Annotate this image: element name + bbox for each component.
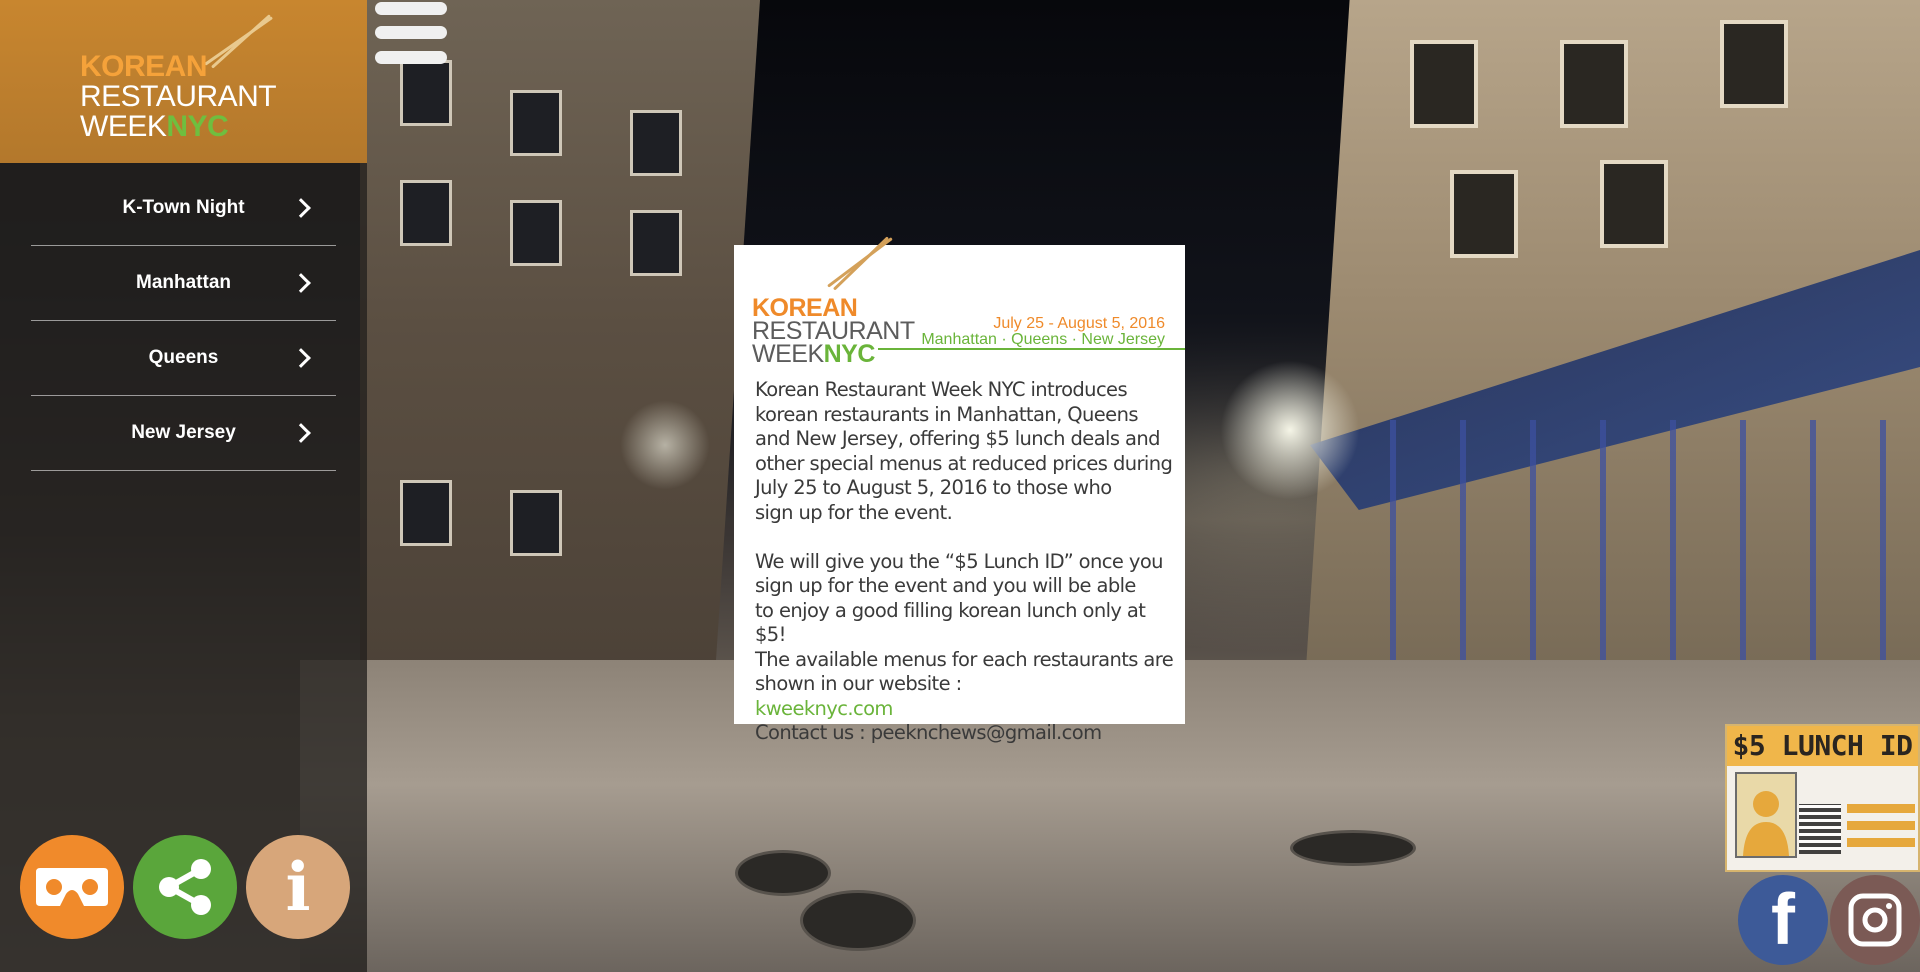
- description-line: sign up for the event and you will be ab…: [755, 574, 1136, 597]
- chevron-right-icon: [291, 198, 311, 218]
- lunch-id-title: $5 LUNCH ID: [1727, 726, 1918, 766]
- logo-week: WEEK: [80, 110, 167, 143]
- menu-item-label: Manhattan: [136, 272, 231, 293]
- card-logo-nyc: NYC: [823, 340, 876, 368]
- share-icon: [159, 859, 211, 915]
- chevron-right-icon: [291, 423, 311, 443]
- id-bar: [1847, 838, 1915, 847]
- menu-item-new-jersey[interactable]: New Jersey: [31, 396, 336, 471]
- window: [1450, 170, 1518, 258]
- card-description: Korean Restaurant Week NYC introduces ko…: [755, 378, 1175, 746]
- window: [400, 180, 452, 246]
- card-logo-week: WEEK: [752, 340, 824, 368]
- lunch-id-card[interactable]: $5 LUNCH ID: [1725, 724, 1920, 872]
- card-logo: KOREAN RESTAURANT WEEKNYC: [752, 296, 915, 368]
- description-line: other special menus at reduced prices du…: [755, 451, 1173, 475]
- qr-code-icon: [1799, 804, 1841, 854]
- menu-item-manhattan[interactable]: Manhattan: [31, 246, 336, 321]
- logo-panel[interactable]: KOREAN RESTAURANT WEEKNYC: [0, 0, 367, 163]
- id-bar: [1847, 821, 1915, 830]
- manhole: [735, 850, 831, 896]
- info-button[interactable]: i: [246, 835, 350, 939]
- description-line: shown in our website :: [755, 672, 962, 695]
- facebook-icon: f: [1771, 880, 1795, 960]
- street-light: [620, 400, 710, 490]
- instagram-button[interactable]: [1830, 875, 1920, 965]
- window: [510, 200, 562, 266]
- event-locations: Manhattan · Queens · New Jersey: [921, 331, 1165, 348]
- chopstick-icon: [832, 236, 889, 291]
- description-line: July 25 to August 5, 2016 to those who: [755, 476, 1112, 499]
- id-bar: [1847, 804, 1915, 813]
- facebook-button[interactable]: f: [1738, 875, 1828, 965]
- description-line: to enjoy a good filling korean lunch onl…: [755, 598, 1146, 647]
- description-line: Korean Restaurant Week NYC introduces: [755, 378, 1128, 401]
- menu-item-label: K-Town Night: [122, 197, 245, 218]
- street-light: [1220, 360, 1360, 500]
- chevron-right-icon: [291, 273, 311, 293]
- window: [1720, 20, 1788, 108]
- site-logo: KOREAN RESTAURANT WEEKNYC: [80, 50, 277, 142]
- description-line: We will give you the “$5 Lunch ID” once …: [755, 549, 1164, 573]
- contact-line: Contact us : peeknchews@gmail.com: [755, 721, 1102, 744]
- menu-item-label: Queens: [148, 347, 219, 368]
- event-info-card: KOREAN RESTAURANT WEEKNYC July 25 - Augu…: [734, 236, 1185, 744]
- vr-mode-button[interactable]: [20, 835, 124, 939]
- share-button[interactable]: [133, 835, 237, 939]
- website-link[interactable]: kweeknyc.com: [755, 697, 1175, 722]
- description-line: korean restaurants in Manhattan, Queens: [755, 402, 1138, 426]
- instagram-icon: [1848, 893, 1902, 947]
- description-line: sign up for the event.: [755, 500, 953, 524]
- menu-item-label: New Jersey: [131, 422, 236, 443]
- left-building: [360, 0, 760, 720]
- window: [1600, 160, 1668, 248]
- vr-headset-icon: [36, 868, 108, 906]
- window: [400, 480, 452, 546]
- menu-item-queens[interactable]: Queens: [31, 321, 336, 396]
- window: [1410, 40, 1478, 128]
- window: [630, 210, 682, 276]
- person-icon: [1735, 772, 1797, 858]
- window: [510, 490, 562, 556]
- sidebar: KOREAN RESTAURANT WEEKNYC K-Town Night M…: [0, 0, 367, 972]
- card-logo-week-nyc: WEEKNYC: [752, 340, 915, 368]
- manhole: [800, 890, 916, 951]
- window: [510, 90, 562, 156]
- logo-korean: KOREAN: [80, 50, 208, 83]
- hamburger-bar: [375, 26, 447, 39]
- info-icon: i: [285, 848, 311, 926]
- window: [1560, 40, 1628, 128]
- logo-restaurant: RESTAURANT: [80, 80, 277, 113]
- manhole: [1290, 830, 1416, 866]
- hamburger-bar: [375, 51, 447, 64]
- description-line: and New Jersey, offering $5 lunch deals …: [755, 427, 1161, 450]
- logo-week-nyc: WEEKNYC: [80, 112, 276, 142]
- hamburger-menu-icon[interactable]: [375, 2, 447, 70]
- chevron-right-icon: [291, 348, 311, 368]
- hamburger-bar: [375, 2, 447, 15]
- nav-menu: K-Town Night Manhattan Queens New Jersey: [31, 171, 336, 471]
- description-line: The available menus for each restaurants…: [755, 647, 1174, 671]
- window: [630, 110, 682, 176]
- logo-nyc: NYC: [166, 110, 229, 143]
- menu-item-ktown-night[interactable]: K-Town Night: [31, 171, 336, 246]
